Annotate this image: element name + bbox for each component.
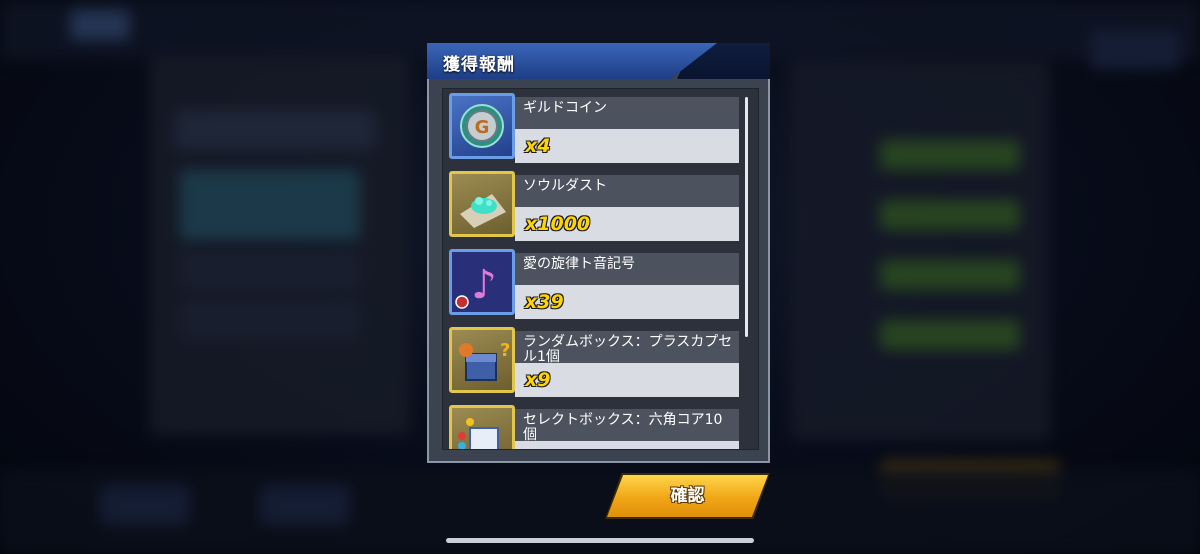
reward-item-name: ランダムボックス：プラスカプセル1個 — [523, 334, 733, 365]
reward-item-name: セレクトボックス：六角コア10個 — [523, 412, 723, 443]
reward-item-name: 愛の旋律ト音記号 — [523, 256, 635, 272]
reward-list[interactable]: G ギルドコイン x4 ソウルダスト x1000 ♪ 愛の旋律ト音記号 x39 … — [442, 88, 759, 450]
home-indicator[interactable] — [446, 538, 754, 543]
confirm-button-label: 確認 — [670, 486, 705, 506]
soul-dust-icon[interactable] — [449, 171, 515, 237]
reward-item: G ギルドコイン x4 — [449, 93, 739, 163]
reward-item: セレクトボックス：六角コア10個 — [449, 405, 739, 449]
reward-item-quantity: x39 — [525, 291, 564, 313]
random-box-icon[interactable]: ? — [449, 327, 515, 393]
guild-coin-icon[interactable]: G — [449, 93, 515, 159]
confirm-button[interactable]: 確認 — [607, 475, 768, 517]
reward-dialog: 獲得報酬 G ギルドコイン x4 ソウルダスト x1000 ♪ 愛の旋律ト音記号… — [427, 43, 770, 463]
reward-item: ♪ 愛の旋律ト音記号 x39 — [449, 249, 739, 319]
svg-text:♪: ♪ — [471, 262, 497, 308]
svg-text:?: ? — [500, 340, 510, 361]
reward-item-quantity: x9 — [525, 369, 551, 391]
reward-item-quantity: x4 — [525, 135, 551, 157]
reward-item-quantity: x1000 — [525, 213, 591, 235]
dialog-title: 獲得報酬 — [443, 55, 515, 75]
scrollbar[interactable] — [745, 97, 748, 337]
svg-text:G: G — [475, 117, 490, 138]
treble-clef-icon[interactable]: ♪ — [449, 249, 515, 315]
reward-item: ? ランダムボックス：プラスカプセル1個 x9 — [449, 327, 739, 397]
reward-item-name: ソウルダスト — [523, 178, 607, 194]
reward-item: ソウルダスト x1000 — [449, 171, 739, 241]
select-box-icon[interactable] — [449, 405, 515, 449]
reward-item-name: ギルドコイン — [523, 100, 607, 116]
